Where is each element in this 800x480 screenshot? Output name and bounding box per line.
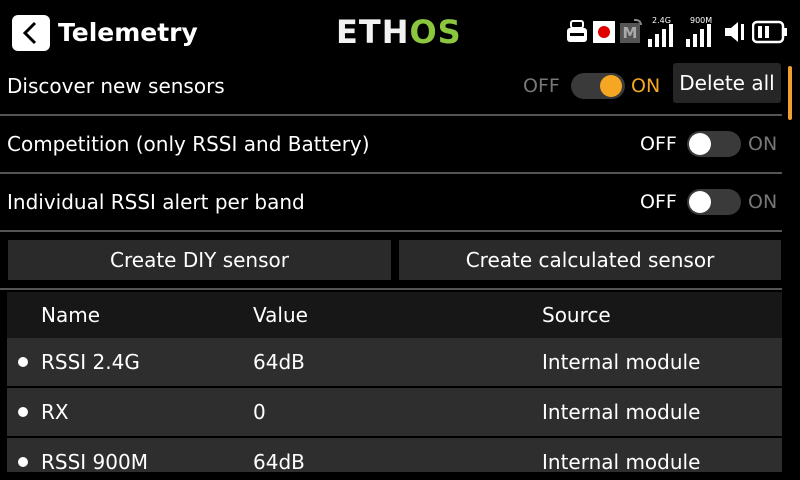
setting-row-rssi-alert: Individual RSSI alert per band OFF ON	[0, 174, 782, 232]
sensor-source: Internal module	[542, 400, 701, 424]
setting-label: Individual RSSI alert per band	[7, 190, 305, 214]
bullet-icon	[18, 457, 28, 467]
toggle-knob	[689, 133, 711, 155]
usb-icon	[567, 20, 587, 42]
page-title: Telemetry	[58, 18, 198, 47]
back-button[interactable]	[12, 15, 50, 51]
toggle-knob	[689, 191, 711, 213]
competition-toggle[interactable]	[687, 131, 741, 157]
column-header-name: Name	[41, 303, 101, 327]
speaker-icon	[725, 22, 744, 42]
sensor-table: Name Value Source RSSI 2.4G 64dB Interna…	[7, 292, 782, 472]
rf-signal-900m-icon: 900M	[684, 17, 718, 47]
create-calculated-sensor-button[interactable]: Create calculated sensor	[399, 240, 781, 280]
setting-row-competition: Competition (only RSSI and Battery) OFF …	[0, 116, 782, 174]
create-diy-sensor-button[interactable]: Create DIY sensor	[8, 240, 391, 280]
toggle-off-label: OFF	[640, 133, 677, 155]
sensor-value: 64dB	[253, 350, 305, 374]
sensor-source: Internal module	[542, 350, 701, 374]
chevron-left-icon	[22, 21, 37, 45]
sensor-source: Internal module	[542, 450, 701, 472]
sensor-value: 0	[253, 400, 266, 424]
record-icon	[593, 21, 615, 43]
status-bar: M 2.4G 900M	[562, 16, 788, 48]
battery-icon	[752, 20, 787, 44]
toggle-knob	[600, 75, 622, 97]
sensor-name: RSSI 2.4G	[41, 350, 140, 374]
rf-signal-2-4g-icon: 2.4G	[646, 17, 680, 47]
sensor-value: 64dB	[253, 450, 305, 472]
column-header-source: Source	[542, 303, 611, 327]
table-header: Name Value Source	[7, 292, 782, 338]
toggle-off-label: OFF	[523, 75, 560, 97]
toggle-off-label: OFF	[640, 191, 677, 213]
module-icon: M	[620, 19, 642, 45]
table-row[interactable]: RX 0 Internal module	[7, 388, 782, 436]
table-row[interactable]: RSSI 900M 64dB Internal module	[7, 438, 782, 472]
header-bar: Telemetry ETHOS M 2.4G 900M	[0, 0, 800, 60]
sensor-name: RX	[41, 400, 69, 424]
setting-label: Discover new sensors	[7, 74, 225, 98]
bullet-icon	[18, 407, 28, 417]
sensor-name: RSSI 900M	[41, 450, 148, 472]
column-header-value: Value	[253, 303, 308, 327]
scrollbar[interactable]	[788, 66, 792, 120]
ethos-logo: ETHOS	[336, 13, 462, 51]
setting-row-discover-sensors: Discover new sensors OFF ON Delete all	[0, 58, 782, 116]
table-row[interactable]: RSSI 2.4G 64dB Internal module	[7, 338, 782, 386]
toggle-on-label: ON	[631, 75, 661, 97]
setting-label: Competition (only RSSI and Battery)	[7, 132, 370, 156]
bullet-icon	[18, 357, 28, 367]
sensor-actions: Create DIY sensor Create calculated sens…	[0, 236, 782, 290]
toggle-on-label: ON	[748, 133, 778, 155]
toggle-on-label: ON	[748, 191, 778, 213]
rssi-alert-toggle[interactable]	[687, 189, 741, 215]
discover-sensors-toggle[interactable]	[571, 73, 625, 99]
delete-all-button[interactable]: Delete all	[673, 63, 781, 103]
